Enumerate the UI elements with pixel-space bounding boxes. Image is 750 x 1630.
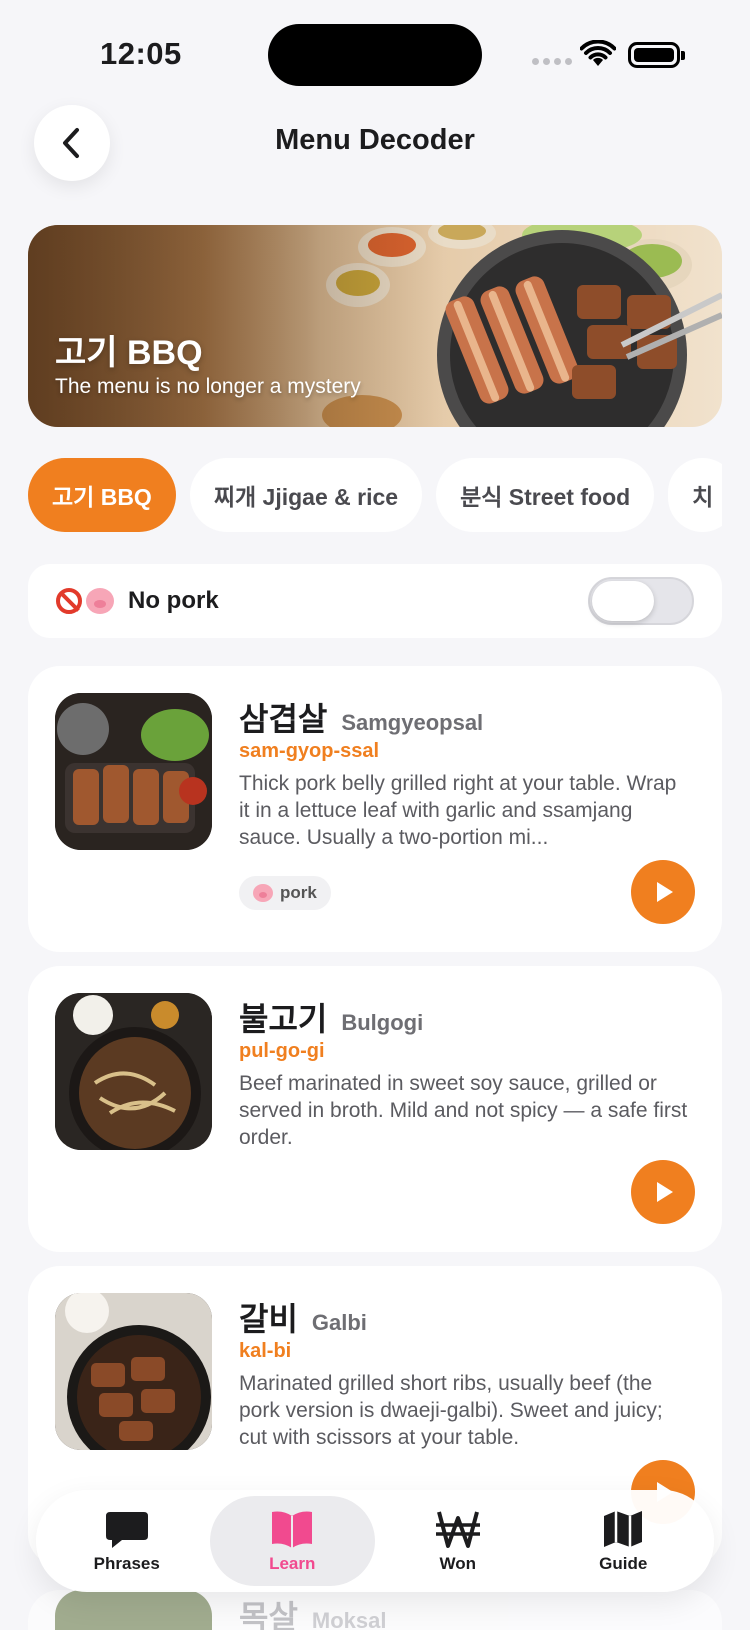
dish-description: Thick pork belly grilled right at your t… <box>239 772 677 849</box>
dish-romanization: kal-bi <box>239 1340 292 1362</box>
dish-name-korean: 삼겹살 <box>239 701 328 737</box>
dish-name-english: Moksal <box>311 1608 387 1630</box>
category-chip-more[interactable]: 치 <box>668 458 722 532</box>
cellular-signal-icon <box>532 58 572 65</box>
dish-description: Marinated grilled short ribs, usually be… <box>239 1372 663 1449</box>
dish-card[interactable]: 목살 Moksal <box>28 1590 722 1630</box>
pig-icon <box>86 588 114 614</box>
dish-romanization: sam-gyop-ssal <box>239 740 380 762</box>
no-pork-filter: No pork <box>28 564 722 638</box>
category-tabs: 고기 BBQ 찌개 Jjigae & rice 분식 Street food 치 <box>28 458 722 532</box>
dish-card[interactable]: 삼겹살 Samgyeopsal sam-gyop-ssal Thick pork… <box>28 666 722 952</box>
wifi-icon <box>580 40 616 66</box>
status-time: 12:05 <box>100 36 182 71</box>
dish-name-english: Samgyeopsal <box>341 710 484 735</box>
tab-label: Phrases <box>93 1554 160 1573</box>
won-currency-icon <box>435 1511 480 1548</box>
category-chip-street-food[interactable]: 분식 Street food <box>436 458 655 532</box>
battery-icon <box>628 42 685 68</box>
category-chip-jjigae[interactable]: 찌개 Jjigae & rice <box>189 458 423 532</box>
play-audio-button[interactable] <box>631 1160 695 1224</box>
page-title: Menu Decoder <box>275 124 475 156</box>
tab-learn[interactable]: Learn <box>209 1496 375 1586</box>
hero-banner: 고기 BBQ The menu is no longer a mystery <box>28 225 722 427</box>
dish-photo-moksal <box>55 1590 212 1630</box>
dynamic-island <box>268 24 482 86</box>
dish-romanization: pul-go-gi <box>239 1040 325 1062</box>
dish-name-korean: 불고기 <box>239 1001 328 1037</box>
pork-tag: pork <box>239 876 331 910</box>
no-entry-icon <box>56 588 82 614</box>
tab-guide[interactable]: Guide <box>541 1496 707 1586</box>
tab-label: Won <box>439 1554 476 1573</box>
filter-label: No pork <box>128 587 219 614</box>
chat-bubble-icon <box>105 1512 148 1548</box>
dish-name-english: Galbi <box>311 1310 367 1335</box>
status-bar: 12:05 <box>0 0 750 100</box>
tab-bar: Phrases Learn Won Guide <box>36 1490 714 1592</box>
dish-card[interactable]: 불고기 Bulgogi pul-go-gi Beef marinated in … <box>28 966 722 1252</box>
dish-description: Beef marinated in sweet soy sauce, grill… <box>239 1072 688 1149</box>
tag-label: pork <box>280 883 317 902</box>
tab-label: Guide <box>599 1554 648 1573</box>
dish-photo-galbi <box>55 1293 212 1450</box>
dish-name-english: Bulgogi <box>341 1010 424 1035</box>
category-chip-bbq[interactable]: 고기 BBQ <box>28 458 176 532</box>
dish-name-korean: 갈비 <box>239 1301 298 1337</box>
tab-label: Learn <box>269 1554 316 1573</box>
tab-phrases[interactable]: Phrases <box>44 1496 210 1586</box>
hero-subtitle: The menu is no longer a mystery <box>55 375 361 398</box>
dish-photo-bulgogi <box>55 993 212 1150</box>
no-pork-toggle[interactable] <box>588 577 694 625</box>
pig-icon <box>253 884 273 902</box>
book-icon <box>272 1511 313 1548</box>
hero-title: 고기 BBQ <box>55 334 203 372</box>
tab-won[interactable]: Won <box>375 1496 541 1586</box>
map-icon <box>604 1511 643 1547</box>
play-audio-button[interactable] <box>631 860 695 924</box>
dish-photo-samgyeopsal <box>55 693 212 850</box>
dish-name-korean: 목살 <box>239 1599 298 1630</box>
